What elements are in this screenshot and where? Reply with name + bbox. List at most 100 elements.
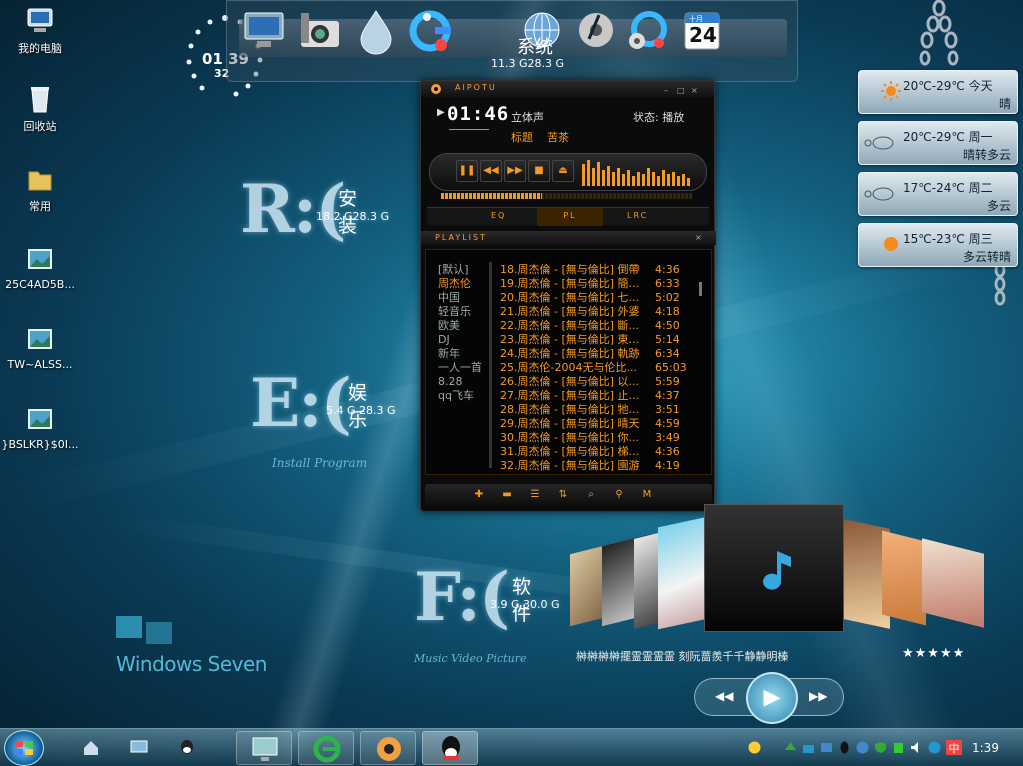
minimize-icon[interactable]: – bbox=[664, 87, 673, 95]
category-item[interactable]: DJ bbox=[438, 333, 488, 347]
category-scrollbar[interactable] bbox=[489, 262, 492, 468]
pause-button[interactable]: ❚❚ bbox=[456, 160, 478, 182]
track-row[interactable]: 21.周杰倫 - [無与倫比] 外婆 4:18 bbox=[500, 305, 704, 319]
playlist-close-icon[interactable]: × bbox=[695, 234, 704, 242]
eject-button[interactable]: ⏏ bbox=[552, 160, 574, 182]
track-row[interactable]: 20.周杰倫 - [無与倫比] 七... 5:02 bbox=[500, 291, 704, 305]
track-row[interactable]: 23.周杰倫 - [無与倫比] 東... 5:14 bbox=[500, 333, 704, 347]
track-row[interactable]: 18.周杰倫 - [無与倫比] 倒帶 4:36 bbox=[500, 263, 704, 277]
taskbar-button-player[interactable] bbox=[360, 731, 416, 765]
track-row[interactable]: 30.周杰倫 - [無与倫比] 你... 3:49 bbox=[500, 431, 704, 445]
stop-button[interactable]: ■ bbox=[528, 160, 550, 182]
accessibility-tray-icon[interactable] bbox=[928, 741, 941, 754]
globe-tray-icon[interactable] bbox=[856, 741, 869, 754]
monitor-tray-icon[interactable] bbox=[820, 741, 833, 754]
album-cover[interactable] bbox=[658, 516, 708, 630]
album-cover[interactable] bbox=[922, 538, 984, 628]
dock-ie-icon[interactable] bbox=[405, 5, 455, 55]
album-cover-current[interactable] bbox=[704, 504, 844, 632]
smiley-tray-icon[interactable] bbox=[748, 741, 761, 754]
category-item[interactable]: 欧美 bbox=[438, 319, 488, 333]
taskbar-button-ie[interactable] bbox=[298, 731, 354, 765]
dock-media-icon[interactable] bbox=[571, 5, 621, 55]
drive-f[interactable]: F:( 软件 3.9 G 30.0 G bbox=[414, 558, 560, 636]
drive-e[interactable]: E:( 娱乐 5.4 G 28.3 G bbox=[250, 364, 396, 442]
remove-button[interactable]: ▬ bbox=[497, 488, 517, 502]
desktop-icon-image[interactable]: 25C4AD5B... bbox=[0, 244, 80, 291]
category-item[interactable]: qq飞车 bbox=[438, 389, 488, 403]
seek-mini-bar[interactable] bbox=[449, 129, 489, 133]
category-item[interactable]: 周杰伦 bbox=[438, 277, 488, 291]
next-button[interactable]: ▶▶ bbox=[504, 160, 526, 182]
rewind-button[interactable]: ◀◀ bbox=[715, 689, 733, 703]
drive-e-caption: Install Program bbox=[272, 456, 368, 470]
tab-lrc[interactable]: LRC bbox=[627, 211, 648, 220]
tab-eq[interactable]: EQ bbox=[491, 211, 506, 220]
track-row[interactable]: 32.周杰倫 - [無与倫比] 園游 4:19 bbox=[500, 459, 704, 473]
shield-tray-icon[interactable] bbox=[874, 741, 887, 754]
track-row[interactable]: 28.周杰倫 - [無与倫比] 牠... 3:51 bbox=[500, 403, 704, 417]
track-scrollbar[interactable] bbox=[699, 282, 702, 296]
category-item[interactable]: 新年 bbox=[438, 347, 488, 361]
forward-button[interactable]: ▶▶ bbox=[809, 689, 827, 703]
category-item[interactable]: [默认] bbox=[438, 263, 488, 277]
close-icon[interactable]: × bbox=[691, 87, 700, 95]
home-icon[interactable] bbox=[82, 739, 100, 755]
category-item[interactable]: 轻音乐 bbox=[438, 305, 488, 319]
previous-button[interactable]: ◀◀ bbox=[480, 160, 502, 182]
desktop-icon-folder[interactable]: 常用 bbox=[0, 164, 80, 214]
taskbar-button-qq[interactable] bbox=[422, 731, 478, 765]
music-player-window[interactable]: AIPOTU – □ × ▶ 01:46 立体声 状态: 播放 标题 苦茶 ❚❚… bbox=[420, 80, 716, 512]
tab-pl[interactable]: PL bbox=[537, 208, 603, 226]
track-row[interactable]: 25.周杰伦-2004无与伦比... 65:03 bbox=[500, 361, 704, 375]
drive-r[interactable]: R:( 安装 18.2 G28.3 G bbox=[240, 170, 389, 248]
weather-today[interactable]: 20℃-29℃ 今天 晴 bbox=[858, 70, 1018, 114]
track-row[interactable]: 24.周杰倫 - [無与倫比] 軌跡 6:34 bbox=[500, 347, 704, 361]
category-item[interactable]: 中国 bbox=[438, 291, 488, 305]
taskbar-button-computer[interactable] bbox=[236, 731, 292, 765]
qq-quicklaunch-icon[interactable] bbox=[178, 739, 196, 755]
tree-tray-icon[interactable] bbox=[784, 741, 797, 754]
desktop-icon-image[interactable]: TW~ALSS... bbox=[0, 324, 80, 371]
seek-bar[interactable] bbox=[441, 193, 693, 199]
security-tray-icon[interactable] bbox=[892, 741, 905, 754]
qq-icon bbox=[442, 736, 460, 760]
network-tray-icon[interactable] bbox=[802, 741, 815, 754]
track-row[interactable]: 26.周杰倫 - [無与倫比] 以... 5:59 bbox=[500, 375, 704, 389]
track-row[interactable]: 22.周杰倫 - [無与倫比] 斷... 4:50 bbox=[500, 319, 704, 333]
dock-monitor-icon[interactable] bbox=[239, 5, 289, 55]
track-row[interactable]: 29.周杰倫 - [無与倫比] 晴天 4:59 bbox=[500, 417, 704, 431]
desktop-icon-recycle-bin[interactable]: 回收站 bbox=[0, 84, 80, 134]
desktop-icon-computer[interactable]: 我的电脑 bbox=[0, 6, 80, 56]
cover-flow-widget[interactable]: 榊榊榊榊擺霊霊霊霊 刻阮蔷羨千千静静明榛 ★★★★★ bbox=[562, 500, 998, 680]
dock-settings-icon[interactable] bbox=[621, 5, 671, 55]
play-button[interactable]: ▶ bbox=[746, 672, 798, 724]
desktop-icon-image[interactable]: }BSLKR}$0I... bbox=[0, 404, 80, 451]
track-row[interactable]: 31.周杰倫 - [無与倫比] 梯... 4:36 bbox=[500, 445, 704, 459]
ime-indicator[interactable]: 中 bbox=[946, 740, 962, 755]
add-button[interactable]: ✚ bbox=[469, 488, 489, 502]
track-row[interactable]: 27.周杰倫 - [無与倫比] 止... 4:37 bbox=[500, 389, 704, 403]
drive-system-name[interactable]: 系统 bbox=[517, 33, 553, 59]
maximize-icon[interactable]: □ bbox=[677, 87, 686, 95]
list-button[interactable]: ☰ bbox=[525, 488, 545, 502]
track-title: 26.周杰倫 - [無与倫比] 以... bbox=[500, 375, 640, 388]
category-item[interactable]: 8.28 bbox=[438, 375, 488, 389]
weather-mon[interactable]: 20℃-29℃ 周一 晴转多云 bbox=[858, 121, 1018, 165]
track-row[interactable]: 19.周杰倫 - [無与倫比] 簡... 6:33 bbox=[500, 277, 704, 291]
taskbar: 中 1:39 bbox=[0, 728, 1023, 766]
rating-stars[interactable]: ★★★★★ bbox=[902, 646, 965, 661]
volume-tray-icon[interactable] bbox=[910, 741, 923, 754]
album-cover[interactable] bbox=[882, 530, 926, 626]
taskbar-clock[interactable]: 1:39 bbox=[972, 741, 999, 755]
dock-water-drop-icon[interactable] bbox=[351, 5, 401, 55]
show-desktop-icon[interactable] bbox=[130, 739, 148, 755]
weather-tue[interactable]: 17℃-24℃ 周二 多云 bbox=[858, 172, 1018, 216]
qq-tray-icon[interactable] bbox=[838, 741, 851, 754]
dock-camera-icon[interactable] bbox=[295, 5, 345, 55]
weather-wed[interactable]: 15℃-23℃ 周三 多云转晴 bbox=[858, 223, 1018, 267]
playlist-title-bar[interactable]: PLAYLIST bbox=[421, 231, 716, 245]
dock-calendar-icon[interactable]: 十月 24 bbox=[677, 5, 727, 55]
track-duration: 5:02 bbox=[655, 291, 680, 304]
category-item[interactable]: 一人一首 bbox=[438, 361, 488, 375]
